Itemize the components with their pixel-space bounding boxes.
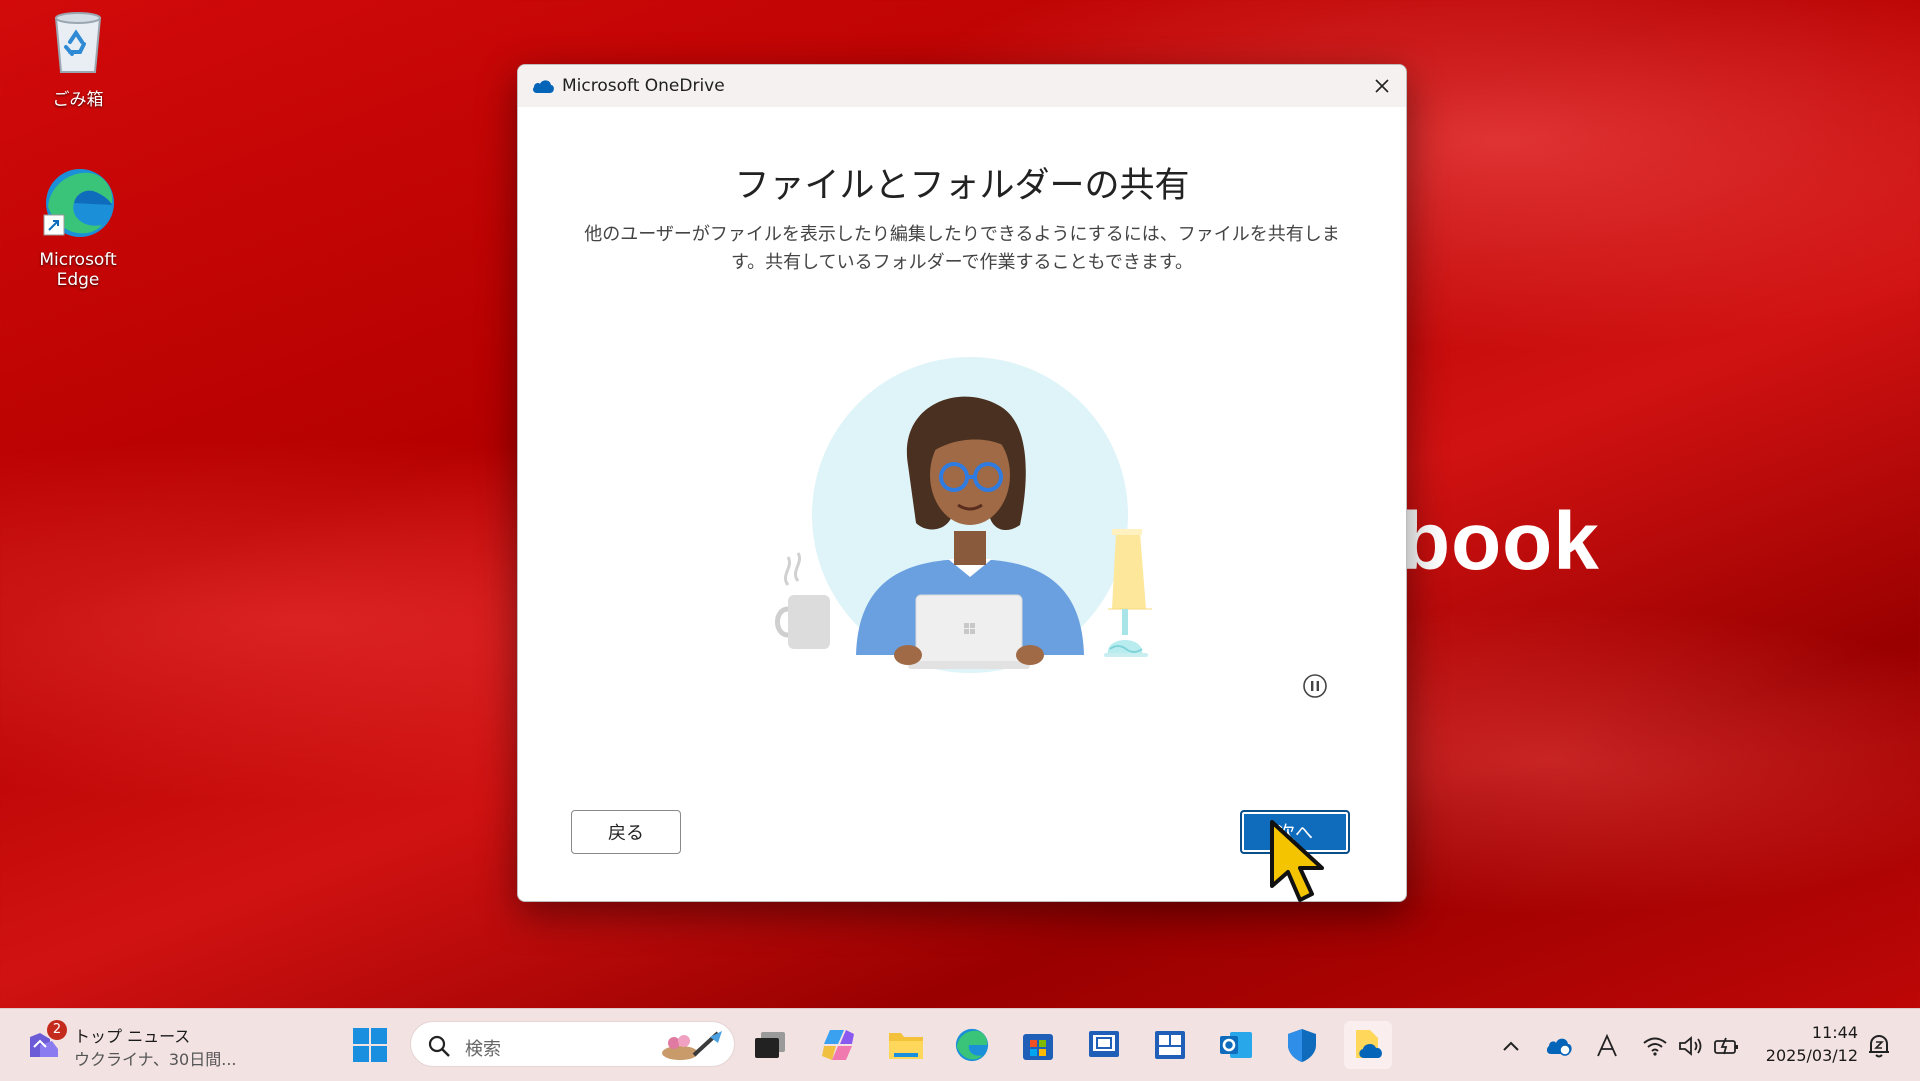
chevron-up-icon <box>1503 1041 1519 1051</box>
tray-volume[interactable] <box>1676 1031 1706 1061</box>
tray-battery[interactable] <box>1712 1031 1742 1061</box>
ime-mode-icon <box>1597 1034 1617 1057</box>
back-button[interactable]: 戻る <box>571 810 681 854</box>
pause-animation-button[interactable] <box>1302 673 1328 699</box>
windows-logo-icon <box>353 1028 387 1062</box>
news-subtitle: ウクライナ、30日間... <box>74 1050 237 1069</box>
people-app-icon <box>1155 1031 1185 1059</box>
start-button[interactable] <box>346 1021 394 1069</box>
edge-icon <box>18 165 138 246</box>
wifi-icon <box>1643 1037 1667 1056</box>
taskbar-app-people[interactable] <box>1146 1021 1194 1069</box>
taskbar-app-display[interactable] <box>1080 1021 1128 1069</box>
taskbar: 2 トップ ニュース ウクライナ、30日間... 検索 11:44 2025/0… <box>0 1008 1920 1081</box>
bell-do-not-disturb-icon <box>1869 1034 1889 1058</box>
tray-ime[interactable] <box>1592 1031 1622 1061</box>
taskbar-copilot[interactable] <box>814 1021 862 1069</box>
outlook-icon <box>1220 1032 1252 1058</box>
taskbar-clock[interactable]: 11:44 2025/03/12 <box>1766 1021 1858 1067</box>
taskbar-file-explorer[interactable] <box>882 1021 930 1069</box>
close-button[interactable] <box>1358 65 1406 107</box>
taskbar-onedrive-setup[interactable] <box>1344 1021 1392 1069</box>
taskbar-edge[interactable] <box>948 1021 996 1069</box>
dialog-description: 他のユーザーがファイルを表示したり編集したりできるようにするには、ファイルを共有… <box>584 224 1340 273</box>
wallpaper-text: book <box>1400 496 1600 587</box>
close-icon <box>1375 79 1389 93</box>
pause-icon <box>1303 674 1327 698</box>
news-widget[interactable]: 2 トップ ニュース ウクライナ、30日間... <box>26 1019 256 1071</box>
volume-icon <box>1679 1036 1702 1056</box>
taskbar-security[interactable] <box>1278 1021 1326 1069</box>
notification-badge: 2 <box>47 1020 67 1040</box>
onedrive-cloud-icon <box>531 78 555 98</box>
shield-icon <box>1288 1029 1316 1062</box>
tray-wifi[interactable] <box>1640 1031 1670 1061</box>
task-view-icon <box>755 1032 785 1058</box>
desktop-icon-edge[interactable]: Microsoft Edge <box>18 165 138 290</box>
onedrive-sync-icon <box>1546 1038 1572 1056</box>
window-title: Microsoft OneDrive <box>562 76 725 96</box>
onedrive-dialog: Microsoft OneDrive ファイルとフォルダーの共有 他のユーザーが… <box>517 64 1407 902</box>
copilot-icon <box>822 1030 854 1060</box>
clock-date: 2025/03/12 <box>1765 1046 1858 1065</box>
desktop-icon-label: Microsoft Edge <box>39 250 117 290</box>
search-placeholder: 検索 <box>465 1039 501 1060</box>
search-highlight-icon <box>662 1031 722 1060</box>
store-icon <box>1023 1034 1053 1060</box>
taskbar-search-box[interactable]: 検索 <box>410 1021 735 1067</box>
taskbar-outlook[interactable] <box>1212 1021 1260 1069</box>
search-icon <box>428 1035 450 1057</box>
notification-center-button[interactable] <box>1864 1031 1894 1061</box>
file-sharing-illustration <box>758 355 1178 755</box>
titlebar: Microsoft OneDrive <box>518 65 1406 107</box>
recycle-bin-icon <box>18 10 138 81</box>
edge-icon <box>955 1028 989 1062</box>
taskbar-store[interactable] <box>1014 1021 1062 1069</box>
desktop-icon-label: ごみ箱 <box>52 90 104 110</box>
battery-charging-icon <box>1714 1037 1738 1055</box>
taskbar-task-view[interactable] <box>746 1021 794 1069</box>
mouse-pointer-icon <box>1268 820 1330 908</box>
folder-icon <box>889 1033 923 1059</box>
monitor-app-icon <box>1089 1031 1119 1057</box>
show-hidden-icons-button[interactable] <box>1496 1031 1526 1061</box>
dialog-heading: ファイルとフォルダーの共有 <box>734 166 1190 206</box>
news-title: トップ ニュース <box>74 1027 191 1046</box>
clock-time: 11:44 <box>1811 1023 1858 1042</box>
tray-onedrive[interactable] <box>1544 1031 1574 1061</box>
desktop-icon-recycle-bin[interactable]: ごみ箱 <box>18 10 138 110</box>
onedrive-setup-icon <box>1356 1030 1382 1058</box>
